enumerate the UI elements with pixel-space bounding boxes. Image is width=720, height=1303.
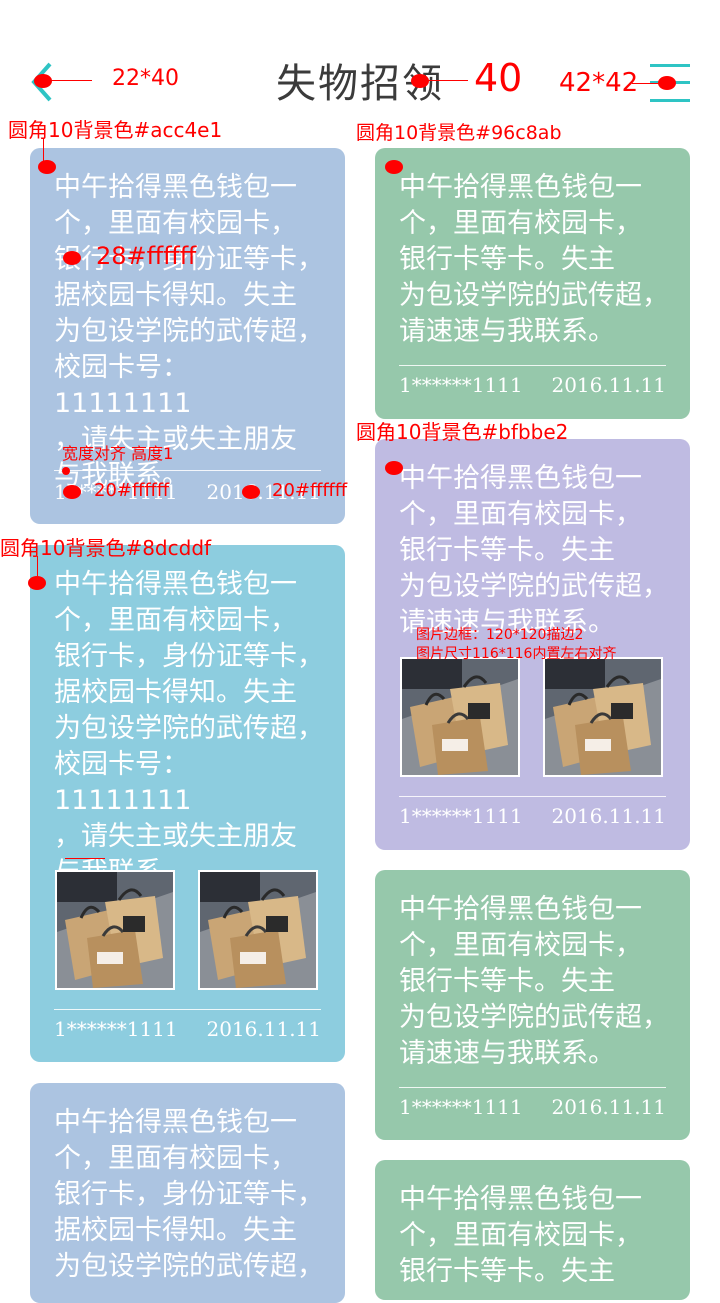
- annotation-leader: [65, 858, 105, 859]
- card-divider: [399, 796, 666, 797]
- card-description: 中午拾得黑色钱包一 个，里面有校园卡， 银行卡等卡。失主: [399, 1184, 642, 1287]
- annotation-marker: [62, 467, 70, 475]
- card-user-id: 1******1111: [54, 1017, 178, 1041]
- item-photo[interactable]: [198, 870, 318, 990]
- annotation-divider-spec: 宽度对齐 高度1: [62, 444, 174, 463]
- lost-item-card[interactable]: 中午拾得黑色钱包一 个，里面有校园卡， 银行卡，身份证等卡， 据校园卡得知。失主…: [30, 148, 345, 524]
- page-title: 失物招领: [276, 61, 444, 107]
- annotation-marker: [34, 74, 52, 88]
- card-description: 中午拾得黑色钱包一 个，里面有校园卡， 银行卡等卡。失主 为包设学院的武传超， …: [399, 172, 669, 347]
- card-description: 中午拾得黑色钱包一 个，里面有校园卡， 银行卡，身份证等卡， 据校园卡得知。失主…: [54, 1107, 324, 1282]
- annotation-marker: [63, 485, 81, 499]
- card-divider: [399, 365, 666, 366]
- annotation-card4-bg: 圆角10背景色#8dcddf: [0, 536, 212, 560]
- shopping-bags-photo: [57, 872, 173, 988]
- lost-item-card[interactable]: 中午拾得黑色钱包一 个，里面有校园卡， 银行卡等卡。失主 为包设学院的武传超， …: [375, 148, 690, 419]
- shopping-bags-photo: [545, 659, 661, 775]
- card-divider: [54, 1009, 321, 1010]
- annotation-leader: [420, 80, 468, 81]
- item-photo[interactable]: [55, 870, 175, 990]
- annotation-marker: [38, 160, 56, 174]
- annotation-card1-bg: 圆角10背景色#acc4e1: [8, 118, 223, 142]
- lost-item-card[interactable]: 中午拾得黑色钱包一 个，里面有校园卡， 银行卡，身份证等卡， 据校园卡得知。失主…: [30, 545, 345, 1062]
- annotation-leader: [44, 80, 92, 81]
- card-user-id: 1******1111: [399, 373, 523, 397]
- card-divider: [54, 470, 321, 471]
- annotation-marker: [242, 485, 260, 499]
- annotation-leader: [37, 556, 38, 576]
- card-user-id: 1******1111: [399, 1095, 523, 1119]
- card-user-id: 1******1111: [399, 804, 523, 828]
- annotation-back-size: 22*40: [112, 66, 179, 91]
- card-date: 2016.11.11: [551, 373, 666, 397]
- card-description: 中午拾得黑色钱包一 个，里面有校园卡， 银行卡，身份证等卡， 据校园卡得知。失主…: [54, 569, 324, 888]
- card-footer: 1******1111 2016.11.11: [54, 1016, 321, 1042]
- annotation-marker: [28, 576, 46, 590]
- item-photo[interactable]: [400, 657, 520, 777]
- card-description: 中午拾得黑色钱包一 个，里面有校园卡， 银行卡等卡。失主 为包设学院的武传超， …: [399, 463, 669, 638]
- lost-item-card[interactable]: 中午拾得黑色钱包一 个，里面有校园卡， 银行卡，身份证等卡， 据校园卡得知。失主…: [30, 1083, 345, 1303]
- card-date: 2016.11.11: [551, 804, 666, 828]
- annotation-card3-bg: 圆角10背景色#bfbbe2: [356, 420, 569, 444]
- card-date: 2016.11.11: [551, 1095, 666, 1119]
- card-footer: 1******1111 2016.11.11: [399, 1094, 666, 1120]
- annotation-marker: [385, 461, 403, 475]
- annotation-text-spec: 28#ffffff: [96, 242, 197, 270]
- card-footer: 1******1111 2016.11.11: [399, 803, 666, 829]
- annotation-footer-left-spec: 20#ffffff: [94, 480, 170, 501]
- annotation-marker: [63, 251, 81, 265]
- annotation-card2-bg: 圆角10背景色#96c8ab: [356, 122, 562, 144]
- card-date: 2016.11.11: [206, 1017, 321, 1041]
- annotation-footer-right-spec: 20#ffffff: [272, 480, 348, 501]
- card-footer: 1******1111 2016.11.11: [399, 372, 666, 398]
- annotation-marker: [385, 160, 403, 174]
- annotation-leader: [43, 138, 44, 162]
- item-photo[interactable]: [543, 657, 663, 777]
- shopping-bags-photo: [402, 659, 518, 775]
- annotation-title-size: 40: [474, 56, 523, 100]
- lost-item-card[interactable]: 中午拾得黑色钱包一 个，里面有校园卡， 银行卡等卡。失主 为包设学院的武传超， …: [375, 870, 690, 1140]
- card-divider: [399, 1087, 666, 1088]
- shopping-bags-photo: [200, 872, 316, 988]
- lost-item-card[interactable]: 中午拾得黑色钱包一 个，里面有校园卡， 银行卡等卡。失主: [375, 1160, 690, 1300]
- annotation-photo-border-spec: 图片边框：120*120描边2: [416, 627, 584, 643]
- annotation-photo-size-spec: 图片尺寸116*116内置左右对齐: [416, 646, 617, 662]
- annotation-menu-size: 42*42: [559, 68, 639, 98]
- annotation-marker: [411, 74, 429, 88]
- card-description: 中午拾得黑色钱包一 个，里面有校园卡， 银行卡等卡。失主 为包设学院的武传超， …: [399, 894, 669, 1069]
